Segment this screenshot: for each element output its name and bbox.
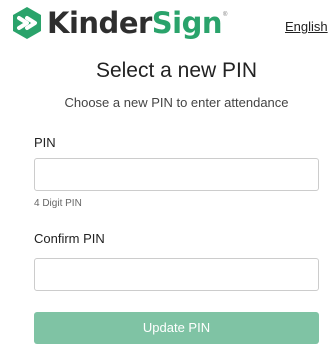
confirm-pin-input[interactable] [34,258,319,291]
confirm-pin-label: Confirm PIN [34,231,105,246]
logo-wordmark-sign: Sign [151,5,223,40]
language-selector-link[interactable]: English [285,19,328,34]
reset-pin-page: KinderSign ® English Select a new PIN Ch… [0,0,333,344]
page-subtitle: Choose a new PIN to enter attendance [64,95,289,110]
logo-arrow-icon [13,7,41,39]
logo-wordmark-kinder: Kinder [47,5,152,40]
pin-input[interactable] [34,158,319,191]
pin-label: PIN [34,135,56,150]
kindersign-logo: KinderSign ® [10,6,227,40]
pin-hint: 4 Digit PIN [34,198,82,209]
logo-wordmark: KinderSign [47,5,223,40]
page-title: Select a new PIN [95,59,258,82]
registered-mark: ® [223,12,228,18]
update-pin-button[interactable]: Update PIN [34,312,319,344]
